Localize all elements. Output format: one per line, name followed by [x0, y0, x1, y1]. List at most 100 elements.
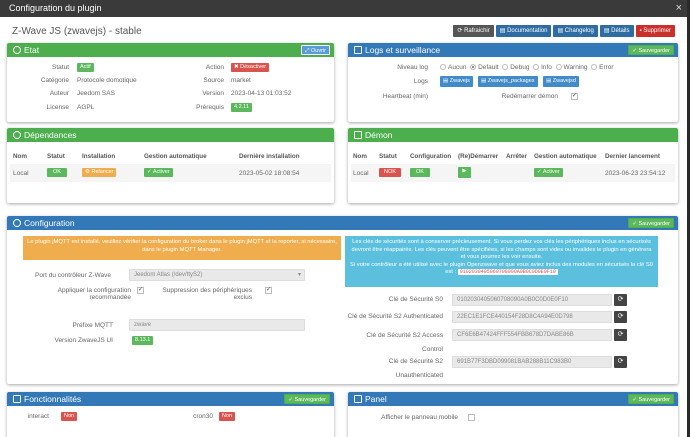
s2auth-input[interactable]: 22EC1E1FCE440154F28D8C4A94E0D798	[452, 311, 612, 323]
cron30-badge: Non	[219, 412, 236, 421]
afficher-panneau-checkbox[interactable]	[468, 414, 475, 421]
s2auth-refresh-icon[interactable]: ⟳	[614, 311, 627, 323]
fonct-save-button[interactable]: ✓ Sauvegarder	[284, 394, 330, 404]
heartbeat-label: Heartbeat (min)	[382, 93, 428, 100]
relancer-button[interactable]: ⚙ Relancer	[82, 168, 117, 177]
demon-statut-badge: NOK	[379, 168, 401, 177]
circle-icon	[13, 131, 21, 139]
radio-error[interactable]: Error	[591, 64, 614, 71]
documentation-button[interactable]: ▤ Documentation	[495, 25, 552, 37]
s2un-refresh-icon[interactable]: ⟳	[614, 356, 627, 368]
s0-refresh-icon[interactable]: ⟳	[614, 294, 627, 306]
col-dernier: Dernier lancement	[605, 153, 660, 160]
s2auth-label: Clé de Sécurité S2 Authenticated	[347, 313, 443, 320]
etat-header: Etat ⤢ Ouvrir	[7, 43, 334, 57]
gear-icon	[13, 219, 21, 227]
demon-date: 2023-06-23 23:54:12	[605, 170, 666, 177]
radio-info[interactable]: Info	[533, 64, 552, 71]
security-info-text: Les clés de sécurités sont à conserver p…	[351, 239, 652, 261]
changelog-button[interactable]: ▤ Changelog	[553, 25, 598, 37]
zwavejs-version-badge: 8.13.1	[132, 336, 154, 345]
etat-title: Etat	[24, 45, 40, 55]
port-label: Port du contrôleur Z-Wave	[35, 272, 111, 279]
s2un-input[interactable]: 691B77F3DBD099081BAB288B11C983B0	[452, 356, 612, 368]
log-zwavejsd-button[interactable]: ▤ Zwavejsd	[543, 76, 579, 87]
s0-input[interactable]: 0102030405060708090A0B0C0D0E0F10	[452, 294, 612, 306]
deps-activer-button[interactable]: ✓ Activer	[144, 168, 173, 177]
col-redemarrer: (Re)Démarrer	[458, 153, 499, 160]
interact-badge: Non	[61, 412, 78, 421]
demon-activer-button[interactable]: ✓ Activer	[534, 168, 563, 177]
interact-label: interact	[27, 413, 49, 420]
log-zwavejs-packages-button[interactable]: ▤ Zwavejs_packages	[478, 76, 538, 87]
s2ac-label: Clé de Sécurité S2 Access Control	[366, 332, 443, 353]
play-icon[interactable]: ▶	[458, 167, 471, 178]
logs-panel: Logs et surveillance ✓ Sauvegarder Nivea…	[348, 43, 678, 122]
action-label: Action	[205, 64, 224, 71]
tasks-icon	[13, 395, 21, 403]
s2ac-refresh-icon[interactable]: ⟳	[614, 329, 627, 341]
panel-panel: Panel ✓ Sauvegarder Afficher le panneau …	[348, 392, 678, 437]
close-icon[interactable]: ×	[676, 0, 682, 17]
col-gestion: Gestion automatique	[144, 153, 207, 160]
config-title: Configuration	[24, 218, 75, 228]
demon-header: Démon	[348, 128, 678, 142]
fonct-header: Fonctionnalités ✓ Sauvegarder	[7, 392, 334, 406]
server-icon	[354, 131, 362, 139]
suppr-checkbox[interactable]: ✓	[265, 287, 272, 294]
config-save-button[interactable]: ✓ Sauvegarder	[628, 218, 674, 228]
radio-default[interactable]: Default	[470, 64, 499, 71]
delete-button[interactable]: ▪ Supprimer	[635, 25, 675, 37]
deps-panel: Dépendances Nom Statut Installation Gest…	[7, 128, 334, 203]
config-panel: Configuration ✓ Sauvegarder Le plugin jM…	[7, 216, 678, 384]
log-zwavejs-button[interactable]: ▤ Zwavejs	[440, 76, 473, 87]
s0-legacy-key: 0102030405060708090A0B0C0D0E0F10	[457, 269, 558, 276]
open-button[interactable]: ⤢ Ouvrir	[301, 45, 330, 55]
afficher-panneau-label: Afficher le panneau mobile	[381, 414, 458, 421]
modal-header: Configuration du plugin ×	[0, 0, 687, 17]
demon-title: Démon	[365, 130, 393, 140]
radio-debug[interactable]: Debug	[502, 64, 529, 71]
refresh-button[interactable]: ⟳ Rafraichir	[453, 25, 494, 37]
details-button[interactable]: ▤ Détails	[599, 25, 634, 37]
jmqtt-warning: Le plugin jMQTT est installé, veuillez v…	[23, 236, 341, 260]
deps-date: 2023-05-02 18:08:54	[239, 170, 300, 177]
col-gestion: Gestion automatique	[534, 153, 597, 160]
col-arreter: Arrêter	[506, 153, 527, 160]
logs-save-button[interactable]: ✓ Sauvegarder	[628, 45, 674, 55]
desactiver-button[interactable]: ✖ Désactiver	[231, 63, 270, 72]
apply-config-checkbox[interactable]: ✓	[137, 287, 144, 294]
auteur-value: Jeedom SAS	[77, 90, 115, 97]
demon-config-badge: OK	[410, 168, 430, 177]
panel-save-button[interactable]: ✓ Sauvegarder	[628, 394, 674, 404]
statut-label: Statut	[52, 64, 69, 71]
panel-title: Panel	[365, 394, 387, 404]
auteur-label: Auteur	[49, 90, 69, 97]
s0-label: Clé de Sécurité S0	[388, 296, 443, 303]
radio-warning[interactable]: Warning	[555, 64, 588, 71]
statut-badge: Actif	[77, 63, 94, 72]
prefix-label: Préfixe MQTT	[72, 322, 113, 329]
col-derniere: Dernière installation	[239, 153, 300, 160]
s2un-label: Clé de Sécurité S2 Unauthenticated	[388, 358, 443, 379]
plugin-title: Z-Wave JS (zwavejs) - stable	[12, 26, 142, 37]
radio-aucun[interactable]: Aucun	[440, 64, 466, 71]
source-value: market	[231, 77, 251, 84]
demon-panel: Démon Nom Statut Configuration (Re)Démar…	[348, 128, 678, 203]
modal-title: Configuration du plugin	[9, 3, 102, 13]
log-level-radios: Aucun Default Debug Info Warning Error	[440, 64, 614, 71]
col-statut: Statut	[379, 153, 397, 160]
apply-config-label: Appliquer la configuration recommandée	[57, 287, 131, 301]
port-select[interactable]: Jeedom Atlas (/dev/ttyS2) ▾	[129, 269, 305, 281]
prefix-input[interactable]: zwave	[129, 319, 305, 331]
cron30-label: cron30	[193, 413, 213, 420]
restart-daemon-checkbox[interactable]: ✓	[571, 93, 578, 100]
etat-panel: Etat ⤢ Ouvrir Statut Actif Catégorie Pro…	[7, 43, 334, 122]
categorie-value: Protocole domotique	[77, 77, 137, 84]
s2ac-input[interactable]: CF6E6B47424FFF554FBB678D7DABE86B	[452, 329, 612, 341]
col-nom: Nom	[13, 153, 27, 160]
source-label: Source	[203, 77, 224, 84]
deps-nom: Local	[13, 170, 29, 177]
col-statut: Statut	[47, 153, 65, 160]
logs-title: Logs et surveillance	[365, 45, 441, 55]
